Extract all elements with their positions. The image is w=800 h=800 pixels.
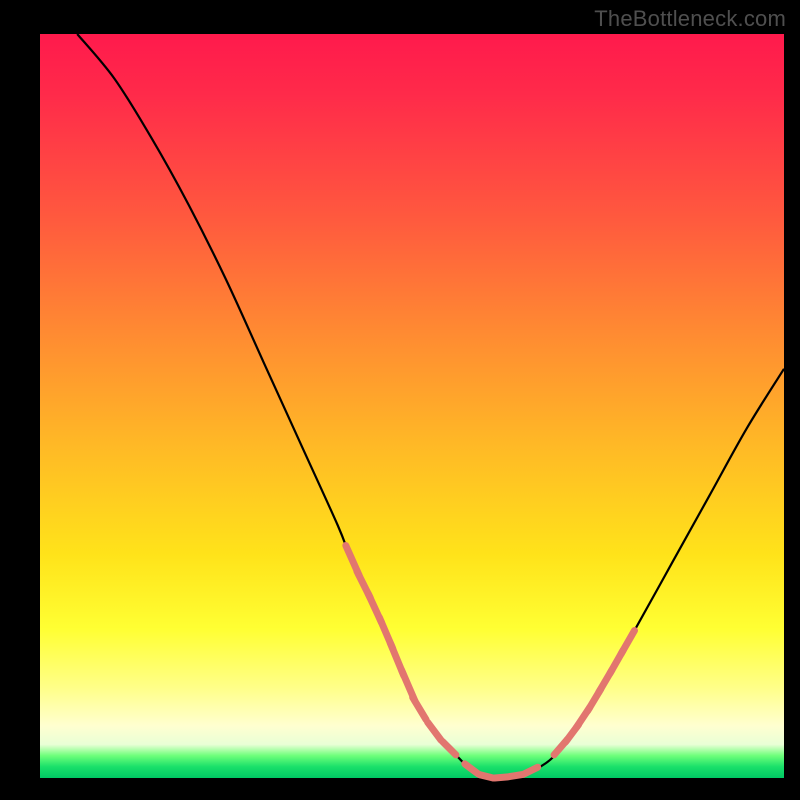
trough-marker-segment <box>443 742 456 755</box>
watermark-text: TheBottleneck.com <box>594 6 786 32</box>
bottleneck-curve <box>77 34 784 779</box>
curve-svg <box>40 34 784 778</box>
plot-gradient-area <box>40 34 784 778</box>
trough-marker-segment <box>621 631 634 654</box>
trough-marker-segment <box>465 764 478 774</box>
trough-marker-segment <box>413 697 426 719</box>
trough-marker-segment <box>510 774 523 776</box>
curve-line <box>77 34 784 779</box>
trough-marker-segment <box>428 722 441 740</box>
trough-marker-segment <box>495 777 508 778</box>
trough-marker-segment <box>524 767 537 774</box>
trough-marker-segment <box>480 775 493 778</box>
trough-markers <box>346 546 635 779</box>
chart-frame: TheBottleneck.com <box>0 0 800 800</box>
